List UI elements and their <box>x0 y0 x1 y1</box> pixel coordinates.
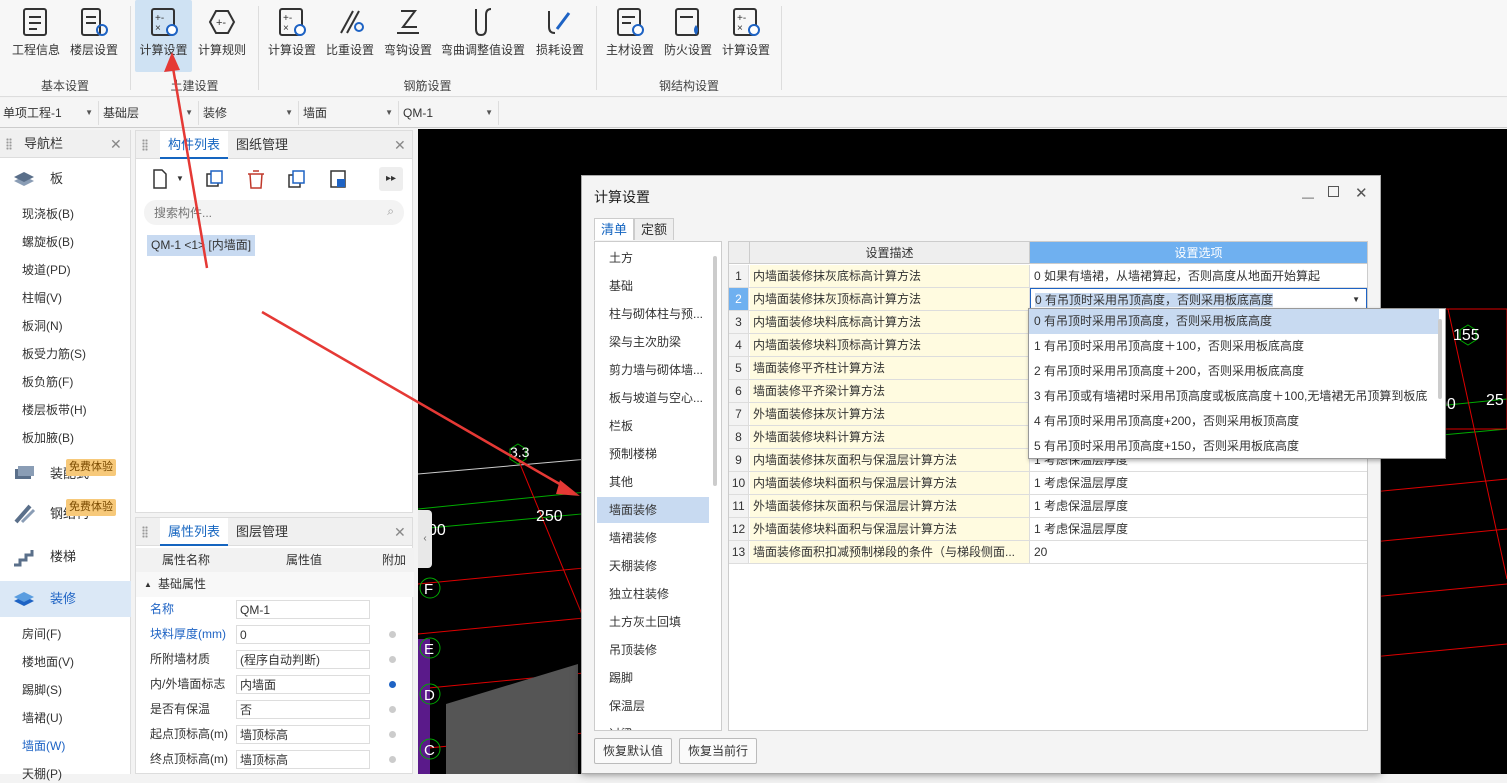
category-item[interactable]: 其他 <box>597 469 709 495</box>
row-desc: 内墙面装修块料顶标高计算方法 <box>750 334 1030 356</box>
chevron-down-icon[interactable]: ▼ <box>1352 289 1360 309</box>
category-item[interactable]: 独立柱装修 <box>597 581 709 607</box>
row-number: 5 <box>729 357 749 379</box>
row-number: 7 <box>729 403 749 425</box>
maximize-icon[interactable] <box>1328 186 1339 197</box>
dropdown-option[interactable]: 0 有吊顶时采用吊顶高度，否则采用板底高度 <box>1029 309 1439 334</box>
grid-row[interactable]: 1 内墙面装修抹灰底标高计算方法 0 如果有墙裙，从墙裙算起，否则高度从地面开始算起 <box>729 265 1367 288</box>
category-item[interactable]: 保温层 <box>597 693 709 719</box>
row-number: 11 <box>729 495 749 517</box>
row-number: 12 <box>729 518 749 540</box>
row-desc: 外墙面装修抹灰计算方法 <box>750 403 1030 425</box>
row-desc: 墙面装修平齐梁计算方法 <box>750 380 1030 402</box>
category-item[interactable]: 吊顶装修 <box>597 637 709 663</box>
grid-row[interactable]: 12 外墙面装修块料面积与保温层计算方法 1 考虑保温层厚度 <box>729 518 1367 541</box>
category-item[interactable]: 土方 <box>597 245 709 271</box>
close-icon[interactable]: ✕ <box>1355 184 1368 202</box>
dropdown-option[interactable]: 4 有吊顶时采用吊顶高度+200，否则采用板顶高度 <box>1029 409 1439 434</box>
category-item[interactable]: 栏板 <box>597 413 709 439</box>
category-item[interactable]: 踢脚 <box>597 665 709 691</box>
option-select-value: 0 有吊顶时采用吊顶高度，否则采用板底高度 <box>1035 293 1274 307</box>
minimize-icon[interactable]: — <box>1302 190 1314 204</box>
category-item[interactable]: 基础 <box>597 273 709 299</box>
category-item[interactable]: 土方灰土回填 <box>597 609 709 635</box>
row-desc: 墙面装修平齐柱计算方法 <box>750 357 1030 379</box>
grid-row[interactable]: 13 墙面装修面积扣减预制梯段的条件（与梯段侧面... 20 <box>729 541 1367 564</box>
dropdown-option[interactable]: 3 有吊顶或有墙裙时采用吊顶高度或板底高度＋100,无墙裙无吊顶算到板底 <box>1029 384 1439 409</box>
category-list: 土方 基础 柱与砌体柱与预... 梁与主次肋梁 剪力墙与砌体墙... 板与坡道与… <box>594 241 722 731</box>
row-number: 4 <box>729 334 749 356</box>
row-number: 1 <box>729 265 749 287</box>
row-option[interactable]: 0 如果有墙裙，从墙裙算起，否则高度从地面开始算起 <box>1030 265 1367 287</box>
dropdown-option[interactable]: 1 有吊顶时采用吊顶高度＋100，否则采用板底高度 <box>1029 334 1439 359</box>
row-desc: 墙面装修面积扣减预制梯段的条件（与梯段侧面... <box>750 541 1030 563</box>
row-desc: 内墙面装修抹灰面积与保温层计算方法 <box>750 449 1030 471</box>
category-item[interactable]: 预制楼梯 <box>597 441 709 467</box>
category-item[interactable]: 柱与砌体柱与预... <box>597 301 709 327</box>
row-option[interactable]: 1 考虑保温层厚度 <box>1030 518 1367 540</box>
row-desc: 内墙面装修块料底标高计算方法 <box>750 311 1030 333</box>
row-option[interactable]: 1 考虑保温层厚度 <box>1030 495 1367 517</box>
category-item[interactable]: 天棚装修 <box>597 553 709 579</box>
col-option: 设置选项 <box>1030 242 1368 264</box>
scrollbar[interactable] <box>713 256 717 486</box>
tab-bill[interactable]: 清单 <box>594 218 635 240</box>
row-number: 6 <box>729 380 749 402</box>
row-number: 13 <box>729 541 749 563</box>
row-desc: 外墙面装修块料计算方法 <box>750 426 1030 448</box>
restore-current-row-button[interactable]: 恢复当前行 <box>679 738 758 764</box>
scrollbar[interactable] <box>1438 319 1442 399</box>
grid-row[interactable]: 11 外墙面装修抹灰面积与保温层计算方法 1 考虑保温层厚度 <box>729 495 1367 518</box>
dialog-title: 计算设置 <box>594 189 650 205</box>
category-item-wall-decoration[interactable]: 墙面装修 <box>597 497 709 523</box>
category-item[interactable]: 剪力墙与砌体墙... <box>597 357 709 383</box>
option-dropdown: 0 有吊顶时采用吊顶高度，否则采用板底高度 1 有吊顶时采用吊顶高度＋100，否… <box>1028 308 1446 459</box>
row-number: 8 <box>729 426 749 448</box>
row-option[interactable]: 1 考虑保温层厚度 <box>1030 472 1367 494</box>
category-item[interactable]: 板与坡道与空心... <box>597 385 709 411</box>
calc-settings-dialog: 计算设置 — ✕ 清单 定额 土方 基础 柱与砌体柱与预... 梁与主次肋梁 剪… <box>581 175 1381 774</box>
grid-corner <box>729 242 750 264</box>
tab-quota[interactable]: 定额 <box>634 218 675 240</box>
category-item[interactable]: 过梁 <box>597 721 709 730</box>
col-description: 设置描述 <box>750 242 1030 264</box>
category-item[interactable]: 墙裙装修 <box>597 525 709 551</box>
category-item[interactable]: 梁与主次肋梁 <box>597 329 709 355</box>
grid-row[interactable]: 10 内墙面装修块料面积与保温层计算方法 1 考虑保温层厚度 <box>729 472 1367 495</box>
row-number: 10 <box>729 472 749 494</box>
row-desc: 内墙面装修抹灰顶标高计算方法 <box>750 288 1030 310</box>
row-desc: 外墙面装修抹灰面积与保温层计算方法 <box>750 495 1030 517</box>
row-option[interactable]: 20 <box>1030 541 1367 563</box>
row-number: 2 <box>729 288 749 310</box>
dropdown-option[interactable]: 5 有吊顶时采用吊顶高度+150，否则采用板底高度 <box>1029 434 1439 459</box>
row-desc: 外墙面装修块料面积与保温层计算方法 <box>750 518 1030 540</box>
row-desc: 内墙面装修块料面积与保温层计算方法 <box>750 472 1030 494</box>
restore-default-button[interactable]: 恢复默认值 <box>594 738 673 764</box>
row-number: 3 <box>729 311 749 333</box>
dropdown-option[interactable]: 2 有吊顶时采用吊顶高度＋200，否则采用板底高度 <box>1029 359 1439 384</box>
option-select[interactable]: 0 有吊顶时采用吊顶高度，否则采用板底高度 ▼ <box>1030 288 1367 310</box>
row-number: 9 <box>729 449 749 471</box>
row-desc: 内墙面装修抹灰底标高计算方法 <box>750 265 1030 287</box>
